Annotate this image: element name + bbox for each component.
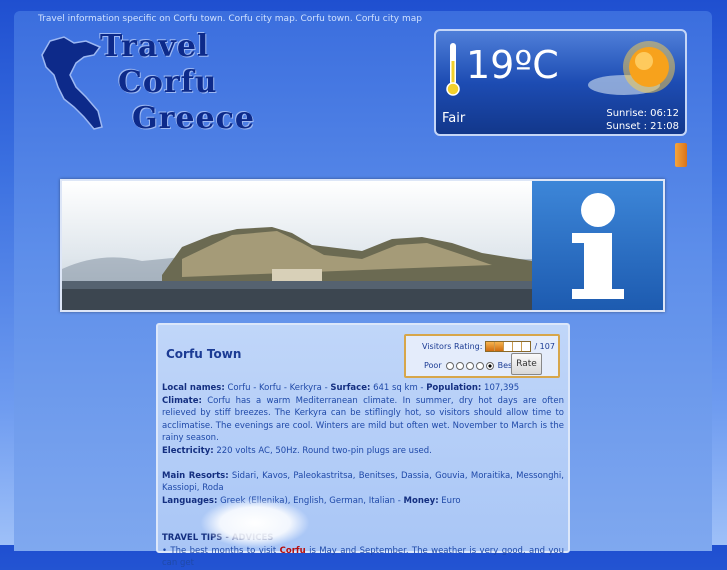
side-tab-handle[interactable]	[675, 143, 687, 167]
climate-paragraph: Climate: Corfu has a warm Mediterranean …	[162, 395, 564, 445]
weather-widget: 19ºC Fair Sunrise: 06:12 Sunset : 21:08	[434, 29, 687, 136]
electricity-value: 220 volts AC, 50Hz. Round two-pin plugs …	[213, 445, 432, 456]
site-logo[interactable]: Travel Corfu Greece	[40, 29, 260, 139]
resorts-label: Main Resorts:	[162, 470, 229, 481]
surface-label: Surface:	[330, 383, 371, 393]
rating-summary: Visitors Rating: / 107	[422, 341, 555, 352]
rating-count: / 107	[534, 342, 555, 351]
rating-bar	[485, 341, 532, 352]
sunrise-time: Sunrise: 06:12	[606, 108, 679, 119]
rating-radio-1[interactable]	[445, 361, 454, 370]
page-title: Corfu Town	[166, 347, 242, 361]
facts-line: Local names: Corfu - Korfu - Kerkyra - S…	[162, 382, 564, 395]
rate-button[interactable]: Rate	[511, 353, 542, 375]
rating-radio-5[interactable]	[485, 361, 494, 370]
rating-radio-2[interactable]	[455, 361, 464, 370]
climate-label: Climate:	[162, 395, 202, 406]
population-label: Population:	[426, 383, 482, 393]
rating-segment	[522, 342, 530, 351]
header-banner	[60, 179, 665, 312]
rating-segment	[504, 342, 514, 351]
climate-value: Corfu has a warm Mediterranean climate. …	[162, 395, 564, 444]
rating-poor-label: Poor	[424, 361, 442, 370]
resorts-line: Main Resorts: Sidari, Kavos, Paleokastri…	[162, 470, 564, 495]
weather-condition: Fair	[442, 111, 466, 126]
cloud-decoration	[200, 498, 310, 548]
rating-segment	[495, 342, 505, 351]
logo-travel: Travel	[100, 29, 210, 64]
population-value: 107,395	[481, 383, 520, 393]
sun-times: Sunrise: 06:12 Sunset : 21:08	[606, 107, 679, 133]
rating-segment	[486, 342, 496, 351]
info-icon	[572, 193, 624, 299]
local-names-label: Local names:	[162, 383, 225, 393]
electricity-line: Electricity: 220 volts AC, 50Hz. Round t…	[162, 445, 564, 458]
logo-corfu: Corfu	[118, 65, 218, 100]
local-names-value: Corfu - Korfu - Kerkyra -	[224, 383, 331, 393]
money-value: Euro	[438, 495, 461, 506]
rating-radio-4[interactable]	[475, 361, 484, 370]
temperature: 19ºC	[466, 43, 559, 87]
header-tagline: Travel information specific on Corfu tow…	[38, 14, 422, 24]
info-panel	[532, 181, 663, 310]
rating-segment	[513, 342, 523, 351]
sunset-time: Sunset : 21:08	[606, 121, 679, 132]
electricity-label: Electricity:	[162, 445, 214, 456]
corfu-fortress-photo	[62, 181, 532, 310]
sun-cloud-icon	[588, 41, 675, 95]
rating-label: Visitors Rating:	[422, 342, 483, 351]
visitors-rating-widget: Visitors Rating: / 107 Poor Best Rate	[404, 334, 560, 378]
logo-greece: Greece	[132, 101, 255, 136]
surface-value: 641 sq km -	[370, 383, 427, 393]
rating-radio-3[interactable]	[465, 361, 474, 370]
money-label: Money:	[403, 495, 439, 506]
travel-tip-1: • The best months to visit Corfu is May …	[162, 545, 564, 570]
rating-input-row: Poor Best	[424, 361, 515, 370]
thermometer-icon	[446, 43, 460, 96]
